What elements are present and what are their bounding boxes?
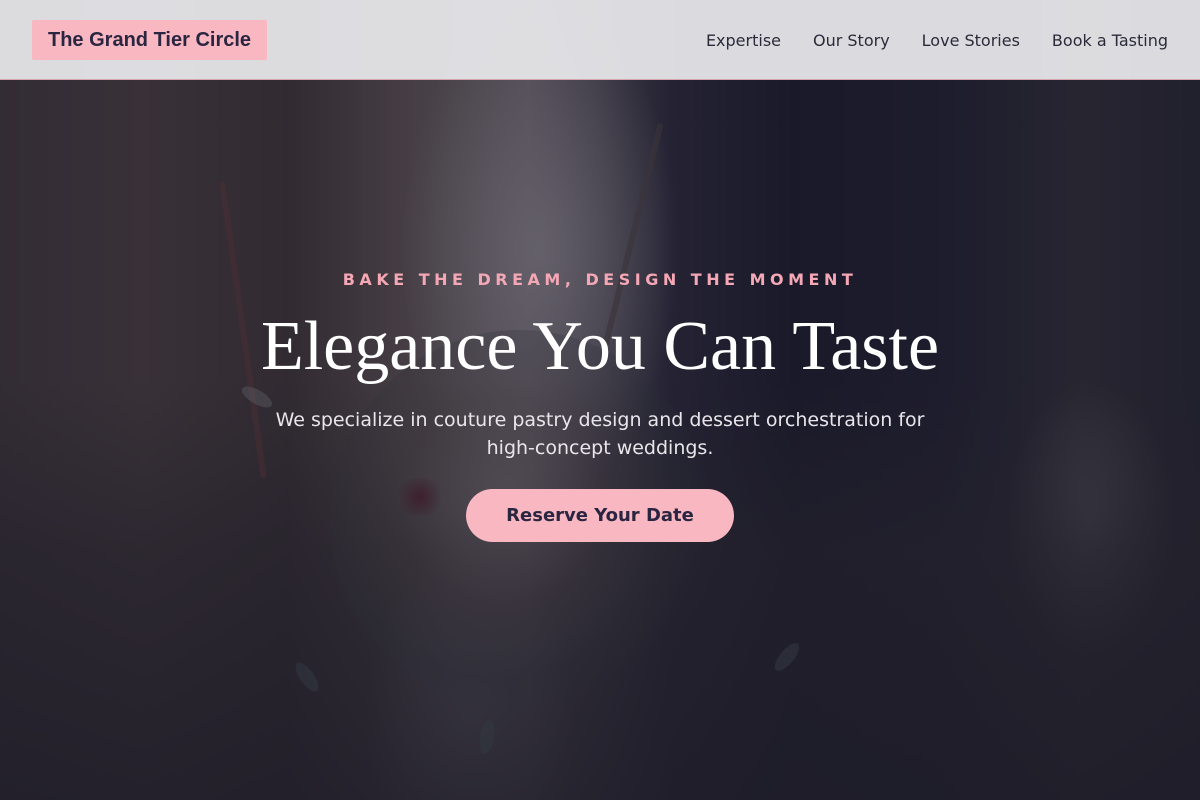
hero-subtext: We specialize in couture pastry design a…	[275, 409, 925, 459]
main-nav: Expertise Our Story Love Stories Book a …	[706, 0, 1168, 80]
nav-link-book-tasting[interactable]: Book a Tasting	[1052, 31, 1168, 50]
nav-link-our-story[interactable]: Our Story	[813, 31, 890, 50]
nav-link-love-stories[interactable]: Love Stories	[922, 31, 1020, 50]
site-logo[interactable]: The Grand Tier Circle	[32, 20, 268, 60]
hero-section: BAKE THE DREAM, DESIGN THE MOMENT Elegan…	[0, 0, 1200, 800]
landing-page: BAKE THE DREAM, DESIGN THE MOMENT Elegan…	[0, 0, 1200, 800]
hero-eyebrow: BAKE THE DREAM, DESIGN THE MOMENT	[342, 270, 858, 289]
site-header: The Grand Tier Circle Expertise Our Stor…	[0, 0, 1200, 80]
reserve-date-button[interactable]: Reserve Your Date	[466, 489, 734, 542]
hero-headline: Elegance You Can Taste	[260, 308, 940, 385]
nav-link-expertise[interactable]: Expertise	[706, 31, 781, 50]
